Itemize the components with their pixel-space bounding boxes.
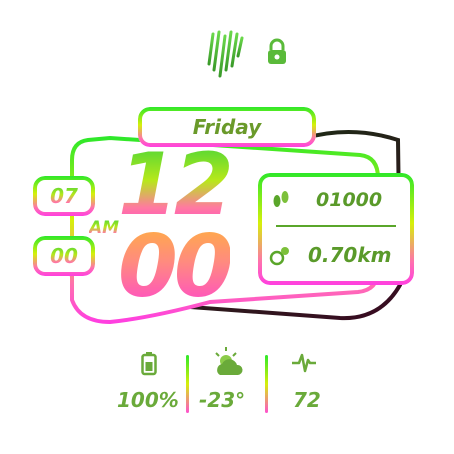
partly-cloudy-icon (212, 345, 246, 379)
date-day: 00 (33, 244, 95, 268)
heart-value: 72 (293, 388, 321, 412)
time-minute: 00 (118, 217, 234, 317)
brand-stripes-icon (205, 30, 245, 78)
distance-value: 0.70km (308, 243, 392, 267)
date-month: 07 (33, 184, 95, 208)
weather-value: -23° (199, 388, 246, 412)
weather-heart-divider (265, 355, 268, 413)
battery-icon (141, 352, 157, 376)
activity-panel[interactable]: 01000 0.70km (258, 173, 414, 285)
battery-weather-divider (186, 355, 189, 413)
date-day-pill[interactable]: 00 (33, 236, 95, 276)
heartbeat-icon (291, 352, 317, 374)
location-icon (268, 243, 292, 267)
footsteps-icon (270, 189, 292, 211)
battery-value: 100% (117, 388, 179, 412)
date-month-pill[interactable]: 07 (33, 176, 95, 216)
ampm-label: AM (89, 218, 120, 238)
steps-value: 01000 (316, 189, 383, 211)
lock-icon[interactable] (266, 38, 288, 66)
activity-divider (276, 225, 396, 227)
